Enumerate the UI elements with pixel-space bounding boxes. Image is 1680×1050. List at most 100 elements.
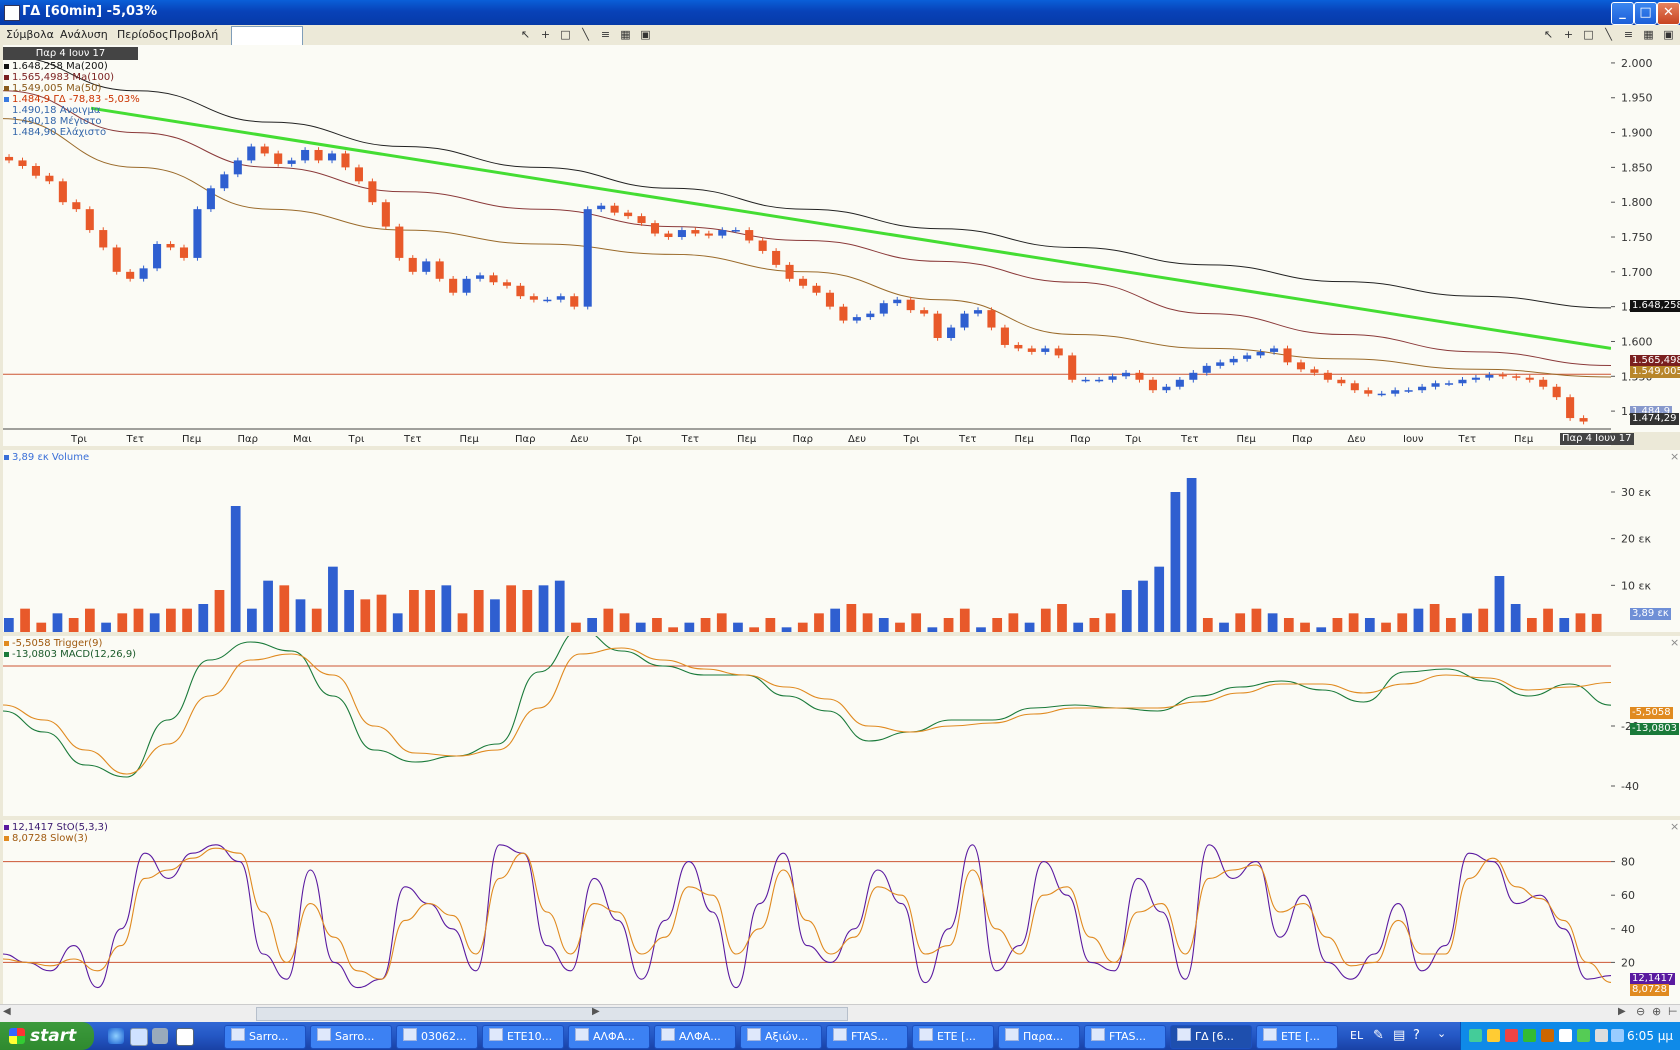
volume-bar: [1445, 618, 1456, 632]
volume-bar: [862, 613, 873, 632]
volume-bar: [1186, 478, 1197, 632]
network-icon[interactable]: [1469, 1029, 1482, 1042]
pointer-tool-icon-right[interactable]: ↖: [1542, 28, 1555, 41]
connection-icon[interactable]: [1611, 1029, 1624, 1042]
app-icon: [4, 5, 20, 21]
language-indicator[interactable]: EL: [1350, 1029, 1363, 1042]
time-axis-label: Δευ: [848, 434, 867, 445]
pointer-tool-icon[interactable]: ↖: [519, 28, 532, 41]
volume-box: 3,89 εκ: [1630, 608, 1671, 620]
line-tool-icon[interactable]: ╲: [579, 28, 592, 41]
scroll-left-icon[interactable]: ◀: [3, 1006, 11, 1017]
taskbar-task[interactable]: ETE10...: [482, 1025, 564, 1049]
scrollbar-thumb[interactable]: [256, 1007, 848, 1021]
volume-bar: [198, 604, 209, 632]
volume-bar: [1219, 622, 1229, 632]
volume-bar: [1429, 604, 1440, 632]
candle-body: [99, 230, 108, 248]
candle-body: [395, 226, 404, 258]
line-tool-icon-right[interactable]: ╲: [1602, 28, 1615, 41]
close-button[interactable]: ✕: [1657, 2, 1680, 25]
antivirus-icon[interactable]: [1505, 1029, 1518, 1042]
price-pane[interactable]: [3, 45, 1611, 432]
taskbar-task[interactable]: Sarro...: [224, 1025, 306, 1049]
taskbar-task[interactable]: ETE [...: [1256, 1025, 1338, 1049]
taskbar-task[interactable]: ΓΔ [6...: [1170, 1025, 1252, 1049]
desktop-icon[interactable]: [176, 1028, 194, 1046]
legend-swatch: [4, 824, 9, 830]
taskbar-task[interactable]: ΑΛΦΑ...: [568, 1025, 650, 1049]
app-tray-icon[interactable]: [1541, 1029, 1554, 1042]
minimize-button[interactable]: _: [1611, 2, 1634, 25]
media-icon[interactable]: [152, 1028, 168, 1044]
rectangle-tool-icon[interactable]: □: [559, 28, 572, 41]
zoom-out-icon[interactable]: ⊖: [1636, 1005, 1645, 1018]
save-icon[interactable]: ▣: [639, 28, 652, 41]
volume-bar: [1300, 622, 1310, 632]
zoom-in-icon[interactable]: ⊕: [1652, 1005, 1661, 1018]
candle-body: [112, 247, 121, 272]
taskbar-task[interactable]: ΑΛΦΑ...: [654, 1025, 736, 1049]
close-pane-icon[interactable]: ×: [1670, 636, 1679, 649]
chart-tool-icon-right[interactable]: ▦: [1642, 28, 1655, 41]
crosshair-tool-icon-right[interactable]: +: [1562, 28, 1575, 41]
volume-pane[interactable]: [3, 450, 1611, 632]
task-label: ETE10...: [507, 1030, 553, 1043]
menu-analysis[interactable]: Ανάλυση: [60, 28, 108, 41]
macd-pane[interactable]: [3, 636, 1611, 816]
volume-bar: [182, 608, 192, 632]
keyboard-icon[interactable]: ▤: [1393, 1028, 1405, 1043]
update-icon[interactable]: [1523, 1029, 1536, 1042]
time-axis[interactable]: Τρι Τετ Πεμ Παρ Μαι Τρι Τετ Πεμ Παρ Δευ Τρι Τετ Πεμ Π…: [3, 432, 1611, 446]
candle-body: [1283, 348, 1292, 363]
start-button[interactable]: start: [0, 1022, 94, 1050]
rectangle-tool-icon-right[interactable]: □: [1582, 28, 1595, 41]
candle-body: [1485, 374, 1494, 378]
chart-tool-icon[interactable]: ▦: [619, 28, 632, 41]
outlook-icon[interactable]: [130, 1028, 148, 1046]
time-axis-label: Τρι: [626, 434, 642, 445]
volume-bar: [895, 622, 905, 632]
taskbar-task[interactable]: ETE [...: [912, 1025, 994, 1049]
battery-icon[interactable]: [1577, 1029, 1590, 1042]
taskbar-task[interactable]: Αξιών...: [740, 1025, 822, 1049]
volume-bar: [344, 590, 354, 632]
scroll-right-icon[interactable]: ▶: [1618, 1006, 1626, 1017]
hlines-tool-icon[interactable]: ≡: [599, 28, 612, 41]
volume-bar: [1040, 608, 1051, 632]
volume-bar: [1089, 618, 1100, 632]
taskbar-task[interactable]: FTAS...: [1084, 1025, 1166, 1049]
taskbar-task[interactable]: Παρα...: [998, 1025, 1080, 1049]
crosshair-tool-icon[interactable]: +: [539, 28, 552, 41]
maximize-button[interactable]: □: [1634, 2, 1657, 25]
ie-icon[interactable]: [108, 1028, 124, 1044]
hlines-tool-icon-right[interactable]: ≡: [1622, 28, 1635, 41]
chevron-icon[interactable]: ⌄: [1437, 1027, 1446, 1040]
volume-bar: [1478, 608, 1489, 632]
save-icon-right[interactable]: ▣: [1662, 28, 1675, 41]
horizontal-scrollbar[interactable]: ◀ ▶ ▶ ⊖ ⊕ ⊢: [0, 1004, 1680, 1022]
fit-icon[interactable]: ⊢: [1668, 1005, 1678, 1018]
volume-icon[interactable]: [1595, 1029, 1608, 1042]
task-label: FTAS...: [851, 1030, 888, 1043]
pen-icon[interactable]: ✎: [1373, 1028, 1384, 1043]
menu-view[interactable]: Προβολή: [169, 28, 218, 41]
close-pane-icon[interactable]: ×: [1670, 820, 1679, 833]
candle-body: [502, 282, 512, 286]
printer-icon[interactable]: [1559, 1029, 1572, 1042]
help-icon[interactable]: ?: [1413, 1028, 1420, 1043]
volume-axis[interactable]: 30 εκ 20 εκ 10 εκ: [1611, 450, 1680, 632]
candle-body: [1512, 376, 1521, 378]
price-legend: 1.648,258 Ma(200) 1.565,4983 Ma(100) 1.5…: [4, 61, 140, 138]
symbol-input[interactable]: [231, 26, 303, 47]
stochastic-pane[interactable]: [3, 820, 1611, 1004]
close-pane-icon[interactable]: ×: [1670, 450, 1679, 463]
taskbar-task[interactable]: 03062...: [396, 1025, 478, 1049]
menu-symbols[interactable]: Σύμβολα: [6, 28, 54, 41]
taskbar-task[interactable]: Sarro...: [310, 1025, 392, 1049]
menu-period[interactable]: Περίοδος: [117, 28, 169, 41]
taskbar-task[interactable]: FTAS...: [826, 1025, 908, 1049]
legend-swatch: [4, 119, 9, 124]
shield-icon[interactable]: [1487, 1029, 1500, 1042]
time-axis-label: Τρι: [71, 434, 87, 445]
